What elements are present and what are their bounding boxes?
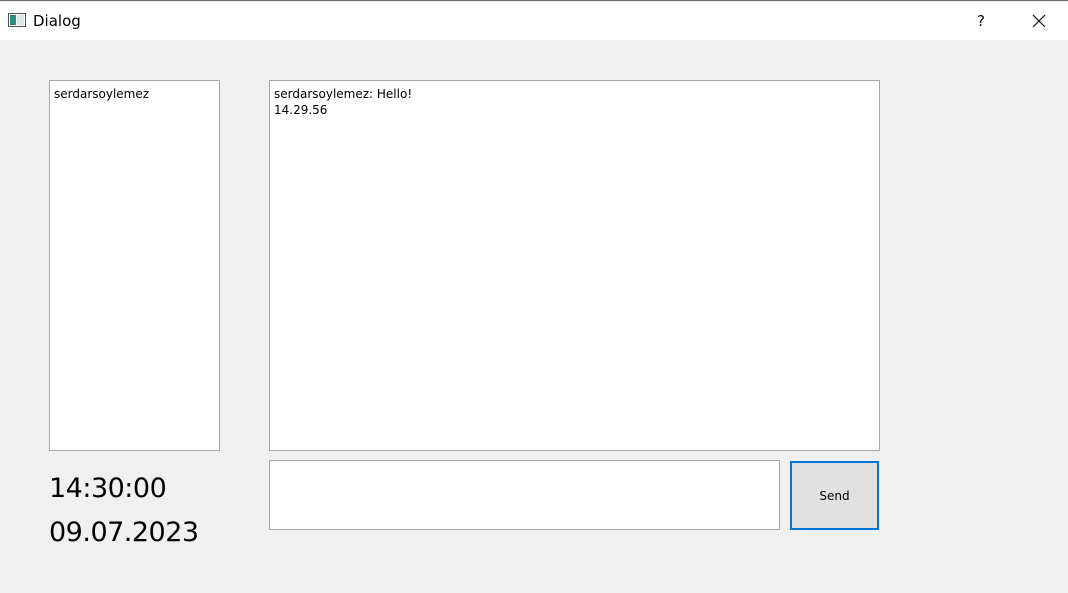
dialog-window: Dialog ? serdarsoylemez serdarsoylemez: … [0,0,1068,593]
clock-date: 09.07.2023 [49,517,199,548]
help-button[interactable]: ? [952,2,1010,40]
send-button[interactable]: Send [790,461,879,530]
user-list[interactable]: serdarsoylemez [49,80,220,451]
clock-time: 14:30:00 [49,473,167,504]
title-bar[interactable]: Dialog ? [0,2,1068,40]
close-button[interactable] [1010,2,1068,40]
user-list-item[interactable]: serdarsoylemez [54,86,215,102]
chat-timestamp-line: 14.29.56 [274,103,328,117]
chat-message-line: serdarsoylemez: Hello! [274,87,413,101]
chat-history[interactable]: serdarsoylemez: Hello! 14.29.56 [269,80,880,451]
window-title: Dialog [33,12,81,30]
message-input[interactable] [269,460,780,530]
app-window-icon [8,13,26,27]
close-icon [1032,14,1046,28]
